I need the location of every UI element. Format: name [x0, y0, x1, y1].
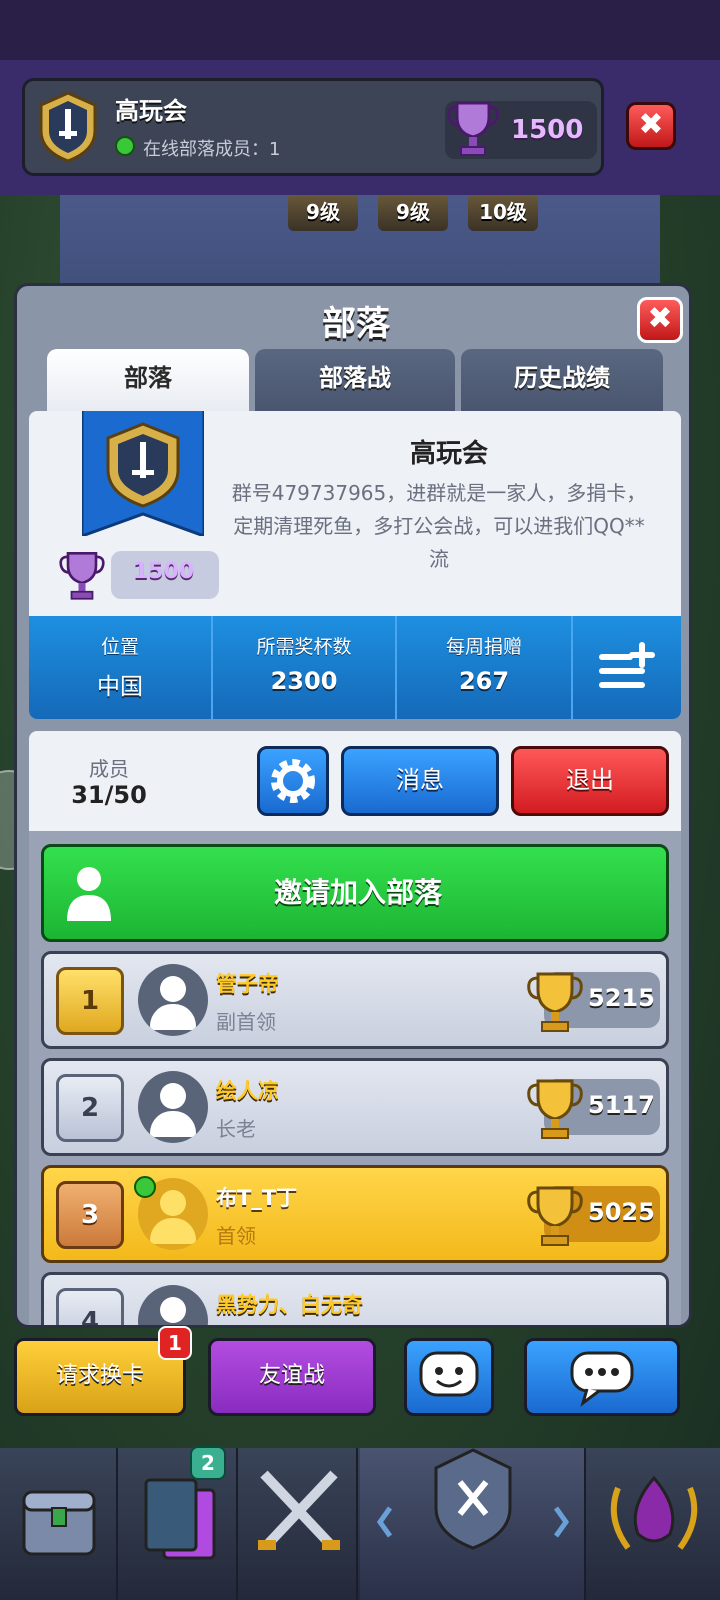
member-name: 管子帝 [216, 972, 279, 996]
nav-battle[interactable] [240, 1448, 358, 1600]
clan-shield-icon [376, 1448, 570, 1550]
member-trophies: 5215 [588, 984, 655, 1012]
clan-description: 群号479737965，进群就是一家人，多捐卡，定期清理死鱼，多打公会战，可以进… [231, 481, 647, 571]
stat-weekly-donations: 每周捐赠 267 [397, 616, 571, 719]
tab-clan-war[interactable]: 部落战 [255, 349, 455, 411]
clan-name: 高玩会 [409, 439, 488, 469]
tab-clan[interactable]: 部落 [47, 349, 249, 411]
member-role: 首领 [216, 1224, 256, 1248]
divider [571, 616, 573, 719]
stat-value: 中国 [97, 674, 143, 700]
avatar [138, 1071, 208, 1143]
nav-clan[interactable] [360, 1448, 586, 1600]
gold-trophy-icon [527, 972, 583, 1032]
rank-badge: 2 [56, 1074, 124, 1142]
panel-close-button[interactable]: ✖ [637, 297, 683, 343]
chat-button[interactable] [524, 1338, 680, 1416]
smile-icon [419, 1351, 479, 1397]
member-role: 长老 [216, 1117, 256, 1141]
list-add-icon[interactable] [597, 640, 657, 692]
invite-button[interactable]: 邀请加入部落 [41, 844, 669, 942]
avatar [138, 964, 208, 1036]
friendly-battle-button[interactable]: 友谊战 [208, 1338, 376, 1416]
member-row[interactable]: 2 绘人凉 长老 5117 [41, 1058, 669, 1156]
member-trophies: 5117 [588, 1091, 655, 1119]
purple-trophy-icon [447, 101, 499, 156]
stat-location: 位置 中国 [29, 616, 211, 719]
stat-label: 位置 [100, 636, 139, 658]
card-level-badge: 9级 [378, 193, 448, 231]
clan-panel: 部落 ✖ 部落 部落战 历史战绩 高玩会 群号479737965，进群就是一家人… [14, 283, 692, 1328]
stat-value: 267 [458, 667, 510, 695]
rank-badge: 1 [56, 967, 124, 1035]
header-close-button[interactable]: ✖ [626, 102, 676, 150]
gear-icon [271, 759, 315, 803]
cards-badge: 2 [190, 1446, 226, 1480]
rank-badge: 4 [56, 1288, 124, 1325]
emote-button[interactable] [404, 1338, 494, 1416]
member-name: 黑势力、白无奇 [216, 1293, 363, 1317]
status-bar [0, 0, 720, 60]
quit-button[interactable]: 退出 [511, 746, 669, 816]
member-trophies: 5025 [588, 1198, 655, 1226]
nav-shop[interactable] [0, 1448, 118, 1600]
panel-title: 部落 [322, 304, 390, 344]
nav-events[interactable] [588, 1448, 720, 1600]
chest-icon [22, 1490, 96, 1556]
notification-badge: 1 [158, 1326, 192, 1360]
clan-banner-icon [82, 411, 204, 536]
crossed-swords-icon [258, 1470, 340, 1550]
clan-badge-icon [39, 91, 97, 163]
member-row[interactable]: 1 管子帝 副首领 5215 [41, 951, 669, 1049]
tab-history[interactable]: 历史战绩 [461, 349, 663, 411]
rank-badge: 3 [56, 1181, 124, 1249]
top-clan-name: 高玩会 [115, 97, 187, 125]
member-row-self[interactable]: 3 布T_T丁 首领 5025 [41, 1165, 669, 1263]
members-label: 成员 [89, 757, 129, 781]
invite-label: 邀请加入部落 [273, 876, 442, 909]
card-level-badge: 9级 [288, 193, 358, 231]
clan-stats-bar: 位置 中国 所需奖杯数 2300 每周捐赠 267 [29, 616, 681, 719]
purple-trophy-icon [59, 551, 105, 600]
chat-bubble-icon [570, 1351, 634, 1407]
avatar [138, 1285, 208, 1325]
settings-button[interactable] [257, 746, 329, 816]
card-level-badge: 10级 [468, 193, 538, 231]
gold-trophy-icon [527, 1186, 583, 1246]
laurel-gem-icon [610, 1475, 698, 1550]
clan-summary-card[interactable]: 高玩会 在线部落成员：1 1500 [22, 78, 604, 176]
stat-label: 所需奖杯数 [256, 636, 352, 658]
online-indicator [134, 1176, 156, 1198]
member-list: 邀请加入部落 1 管子帝 副首领 5215 2 绘人凉 长老 5117 3 布T… [29, 831, 681, 1325]
message-button[interactable]: 消息 [341, 746, 499, 816]
clan-trophy-value: 1500 [133, 559, 195, 584]
members-count: 31/50 [71, 781, 147, 809]
clan-info-card: 高玩会 群号479737965，进群就是一家人，多捐卡，定期清理死鱼，多打公会战… [29, 411, 681, 719]
online-indicator [115, 136, 135, 156]
gold-trophy-icon [527, 1079, 583, 1139]
stat-required-trophies: 所需奖杯数 2300 [213, 616, 395, 719]
member-name: 绘人凉 [216, 1079, 279, 1103]
members-header: 成员 31/50 消息 退出 [29, 731, 681, 831]
member-row[interactable]: 4 黑势力、白无奇 [41, 1272, 669, 1325]
stat-value: 2300 [270, 667, 338, 695]
bottom-nav [0, 1448, 720, 1600]
clan-trophy-box: 1500 [445, 101, 597, 159]
online-members-text: 在线部落成员：1 [143, 139, 281, 160]
member-role: 副首领 [216, 1010, 276, 1034]
stat-label: 每周捐赠 [445, 636, 522, 658]
clan-trophy-value: 1500 [511, 115, 584, 145]
member-name: 布T_T丁 [216, 1186, 298, 1210]
